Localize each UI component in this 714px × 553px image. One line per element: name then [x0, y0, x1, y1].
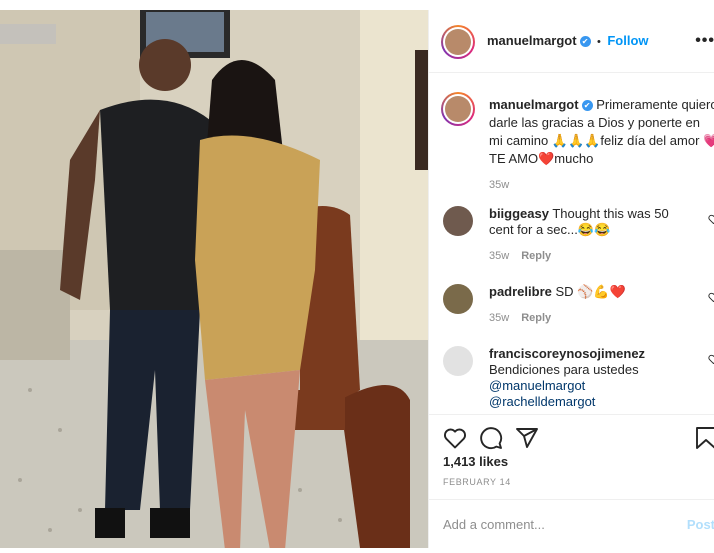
- comment-like-heart-icon[interactable]: [708, 214, 714, 224]
- caption-line-3: mi camino 🙏🙏🙏feliz día del amor 💗: [489, 133, 714, 148]
- comment-text: SD ⚾💪❤️: [555, 284, 626, 299]
- post-button[interactable]: Post: [687, 517, 714, 532]
- comment-time[interactable]: 35w: [489, 250, 509, 262]
- reply-button[interactable]: Reply: [521, 250, 551, 262]
- verified-icon: ✔: [581, 100, 593, 111]
- author-avatar[interactable]: [441, 25, 475, 59]
- post-header: manuelmargot ✔ • Follow •••: [429, 10, 714, 73]
- reply-button[interactable]: Reply: [521, 312, 551, 324]
- bookmark-icon[interactable]: [695, 426, 714, 450]
- caption-avatar[interactable]: [441, 92, 475, 126]
- comment-username[interactable]: franciscoreynosojimenez: [489, 346, 714, 362]
- commenter-avatar[interactable]: [443, 206, 473, 236]
- caption-line-4: TE AMO❤️mucho: [489, 151, 594, 166]
- comment-time[interactable]: 35w: [489, 312, 509, 324]
- share-icon[interactable]: [515, 426, 539, 450]
- comment-username[interactable]: padrelibre: [489, 284, 552, 299]
- header-separator: •: [597, 36, 601, 48]
- post-date[interactable]: FEBRUARY 14: [443, 477, 511, 487]
- commenter-avatar[interactable]: [443, 346, 473, 376]
- comment-item: padrelibre SD ⚾💪❤️ 35w Reply: [489, 284, 714, 326]
- more-icon[interactable]: •••: [695, 32, 714, 50]
- comment-username[interactable]: biiggeasy: [489, 206, 549, 221]
- post-photo[interactable]: [0, 10, 428, 548]
- verified-icon: ✔: [579, 36, 591, 47]
- add-comment-input[interactable]: Add a comment...: [443, 517, 545, 532]
- post-details-panel: manuelmargot ✔ • Follow ••• manuelmargot ✔…: [428, 10, 714, 548]
- caption-line-1: Primeramente quiero: [596, 97, 714, 112]
- heart-icon[interactable]: [443, 427, 467, 449]
- commenter-avatar[interactable]: [443, 284, 473, 314]
- comment-item: franciscoreynosojimenez Bendiciones para…: [489, 346, 714, 410]
- mention-link[interactable]: @manuelmargot: [489, 378, 714, 394]
- add-comment-bar: Add a comment... Post: [429, 499, 714, 548]
- comment-text: Thought this was 50: [552, 206, 669, 221]
- caption: manuelmargot ✔ Primeramente quiero darle …: [489, 96, 714, 194]
- likes-count[interactable]: 1,413 likes: [443, 454, 508, 469]
- author-username[interactable]: manuelmargot: [487, 33, 577, 48]
- comment-like-heart-icon[interactable]: [708, 292, 714, 302]
- comment-icon[interactable]: [479, 426, 503, 450]
- caption-line-2: darle las gracias a Dios y ponerte en: [489, 115, 701, 130]
- comment-item: biiggeasy Thought this was 50 cent for a…: [489, 206, 714, 264]
- mention-link[interactable]: @rachelldemargot: [489, 394, 714, 410]
- caption-username[interactable]: manuelmargot: [489, 97, 579, 112]
- follow-button[interactable]: Follow: [607, 33, 648, 48]
- caption-time[interactable]: 35w: [489, 176, 714, 194]
- comment-like-heart-icon[interactable]: [708, 354, 714, 364]
- comment-text: Bendiciones para ustedes: [489, 362, 639, 377]
- comment-text-line-2: cent for a sec...😂😂: [489, 222, 611, 237]
